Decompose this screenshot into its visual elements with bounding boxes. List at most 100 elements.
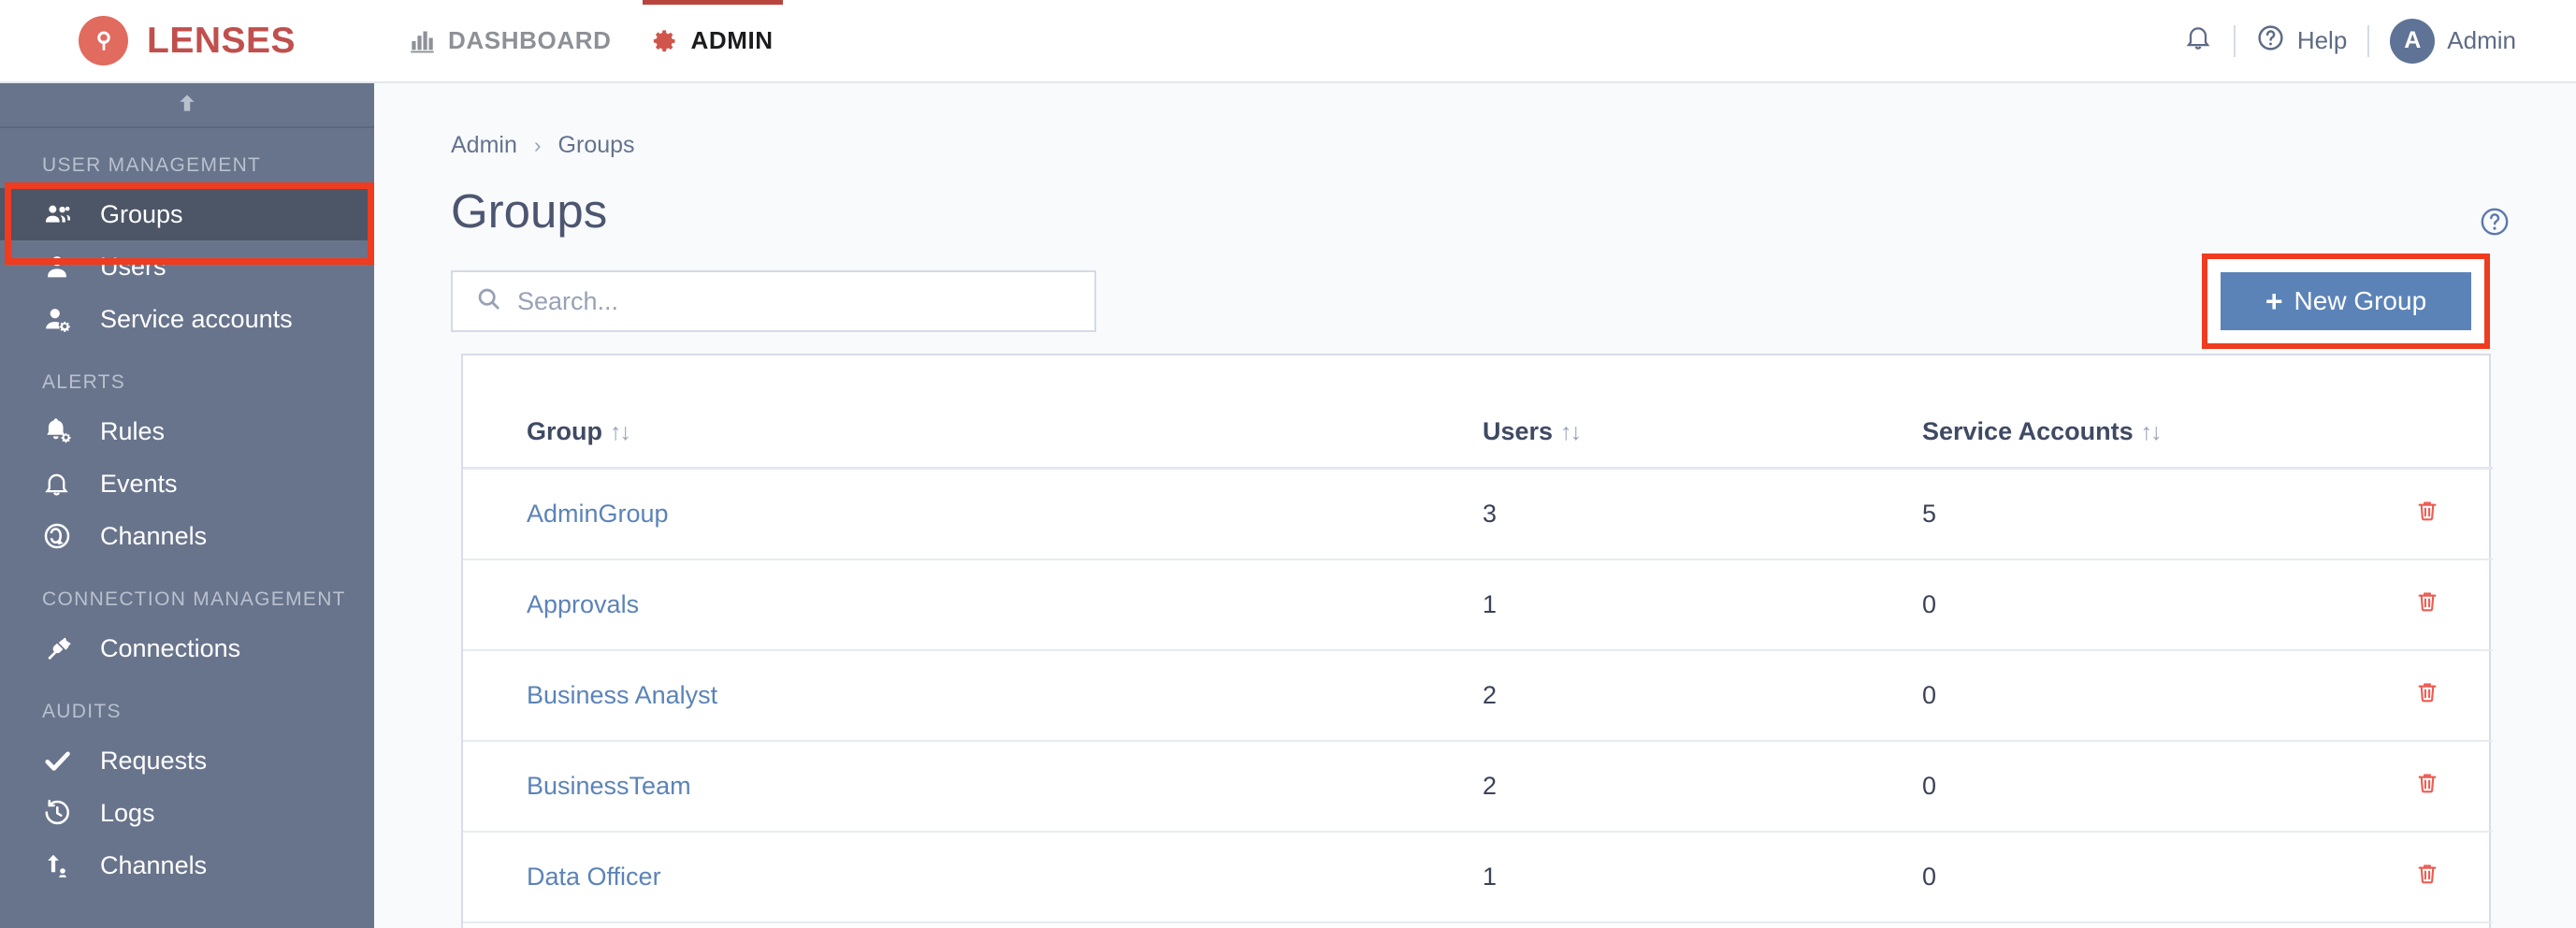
- cell-group: BusinessTeam: [463, 741, 1483, 833]
- plus-icon: +: [2265, 284, 2283, 318]
- top-right-actions: Help A Admin: [2163, 18, 2537, 64]
- gear-icon: [652, 28, 678, 54]
- cell-actions: [2315, 650, 2493, 742]
- bell-icon: [42, 470, 80, 499]
- tab-admin-label: ADMIN: [690, 26, 774, 54]
- sidebar-section-title: CONNECTION MANAGEMENT: [42, 588, 346, 610]
- sidebar-item-connections[interactable]: Connections: [0, 622, 374, 674]
- trash-icon[interactable]: [2414, 588, 2440, 621]
- sidebar-item-channels[interactable]: Channels: [0, 839, 374, 892]
- check-icon: [42, 746, 80, 776]
- chart-bar-icon: [410, 28, 436, 54]
- column-header-group[interactable]: Group ↑↓: [463, 355, 1483, 470]
- sidebar-item-label: Service accounts: [100, 304, 293, 333]
- table-header-row: Group ↑↓ Users ↑↓ Service Accounts ↑↓: [463, 355, 2493, 470]
- page-help-button[interactable]: [2479, 206, 2511, 242]
- sidebar: USER MANAGEMENT Groups Users Service accoun…: [0, 83, 374, 928]
- toolbar: + New Group: [451, 254, 2576, 349]
- sidebar-item-label: Events: [100, 469, 178, 498]
- plug-icon: [42, 633, 80, 664]
- trash-icon[interactable]: [2414, 679, 2440, 712]
- cell-users: 2: [1483, 741, 1922, 833]
- help-button[interactable]: Help: [2236, 23, 2367, 59]
- search-box[interactable]: [451, 270, 1096, 332]
- breadcrumb-item-admin[interactable]: Admin: [451, 132, 517, 159]
- sidebar-item-groups[interactable]: Groups: [0, 188, 374, 240]
- brand[interactable]: LENSES: [79, 16, 296, 65]
- breadcrumb: Admin › Groups: [451, 132, 2576, 159]
- table-row: Business Analyst 2 0: [463, 650, 2493, 742]
- cell-group: Data Scientists: [463, 922, 1483, 928]
- cell-actions: [2315, 741, 2493, 833]
- column-header-users[interactable]: Users ↑↓: [1483, 355, 1922, 470]
- search-input[interactable]: [517, 286, 1041, 316]
- top-header-bar: LENSES DASHBOARD ADMIN Help A Admin: [0, 0, 2576, 83]
- cell-actions: [2315, 922, 2493, 928]
- group-link[interactable]: Business Analyst: [527, 681, 717, 709]
- sidebar-item-rules[interactable]: Rules: [0, 405, 374, 457]
- cell-service-accounts: 0: [1922, 832, 2315, 923]
- cell-service-accounts: 0: [1922, 559, 2315, 651]
- main-content: Admin › Groups Groups + New Group: [374, 83, 2576, 928]
- sidebar-section-title: ALERTS: [42, 371, 126, 393]
- group-link[interactable]: BusinessTeam: [527, 772, 691, 800]
- sidebar-section-title: AUDITS: [42, 701, 122, 722]
- sidebar-item-label: Rules: [100, 416, 166, 445]
- column-header-service-accounts[interactable]: Service Accounts ↑↓: [1922, 355, 2315, 470]
- user-gear-icon: [42, 304, 80, 335]
- breadcrumb-separator: ›: [533, 133, 542, 157]
- sidebar-item-label: Channels: [100, 521, 208, 550]
- sidebar-item-label: Groups: [100, 199, 183, 228]
- new-group-label: New Group: [2294, 286, 2427, 315]
- sort-arrows-icon[interactable]: ↑↓: [2141, 419, 2163, 445]
- groups-table: Group ↑↓ Users ↑↓ Service Accounts ↑↓ Admin…: [463, 355, 2493, 928]
- sidebar-collapse-button[interactable]: [0, 83, 374, 128]
- cell-service-accounts: 1: [1922, 922, 2315, 928]
- sidebar-item-logs[interactable]: Logs: [0, 787, 374, 839]
- table-row: Data Officer 1 0: [463, 832, 2493, 923]
- trash-icon[interactable]: [2414, 498, 2440, 530]
- group-link[interactable]: AdminGroup: [527, 500, 669, 528]
- table-row: AdminGroup 3 5: [463, 468, 2493, 560]
- column-header-group-label: Group: [527, 417, 602, 445]
- cell-users: 1: [1483, 559, 1922, 651]
- group-link[interactable]: Approvals: [527, 590, 639, 618]
- sort-arrows-icon[interactable]: ↑↓: [610, 419, 631, 445]
- user-menu[interactable]: A Admin: [2369, 18, 2537, 64]
- cell-actions: [2315, 468, 2493, 560]
- search-icon: [475, 285, 502, 317]
- table-row: Approvals 1 0: [463, 559, 2493, 651]
- sidebar-item-users[interactable]: Users: [0, 240, 374, 293]
- question-circle-icon: [2479, 208, 2511, 241]
- sidebar-item-service-accounts[interactable]: Service accounts: [0, 293, 374, 345]
- column-header-actions: [2315, 355, 2493, 470]
- user-icon: [42, 252, 80, 282]
- groups-table-card: Group ↑↓ Users ↑↓ Service Accounts ↑↓ Admin…: [461, 354, 2493, 928]
- upload-arrow-icon: [42, 850, 80, 880]
- history-clock-icon: [42, 798, 80, 828]
- sidebar-item-channels[interactable]: Channels: [0, 510, 374, 562]
- user-name: Admin: [2447, 26, 2516, 54]
- sidebar-item-requests[interactable]: Requests: [0, 734, 374, 787]
- sort-arrows-icon[interactable]: ↑↓: [1560, 419, 1582, 445]
- table-row: Data Scientists41: [463, 922, 2493, 928]
- sidebar-item-events[interactable]: Events: [0, 457, 374, 510]
- trash-icon[interactable]: [2414, 861, 2440, 893]
- cell-group: AdminGroup: [463, 468, 1483, 560]
- column-header-service-accounts-label: Service Accounts: [1922, 417, 2134, 445]
- new-group-button[interactable]: + New Group: [2221, 272, 2471, 330]
- sidebar-item-label: Logs: [100, 798, 155, 827]
- notifications-button[interactable]: [2163, 22, 2234, 59]
- breadcrumb-item-groups[interactable]: Groups: [558, 132, 635, 159]
- cell-users: 2: [1483, 650, 1922, 742]
- group-link[interactable]: Data Officer: [527, 863, 661, 891]
- sidebar-item-label: Connections: [100, 633, 241, 662]
- sidebar-section-title: USER MANAGEMENT: [42, 154, 262, 176]
- tab-admin[interactable]: ADMIN: [631, 0, 793, 82]
- annotation-box-new-group: + New Group: [2202, 254, 2490, 349]
- tab-dashboard[interactable]: DASHBOARD: [389, 0, 631, 82]
- tab-dashboard-label: DASHBOARD: [448, 26, 612, 54]
- trash-icon[interactable]: [2414, 770, 2440, 803]
- cell-service-accounts: 0: [1922, 741, 2315, 833]
- bell-gear-icon: [42, 416, 80, 447]
